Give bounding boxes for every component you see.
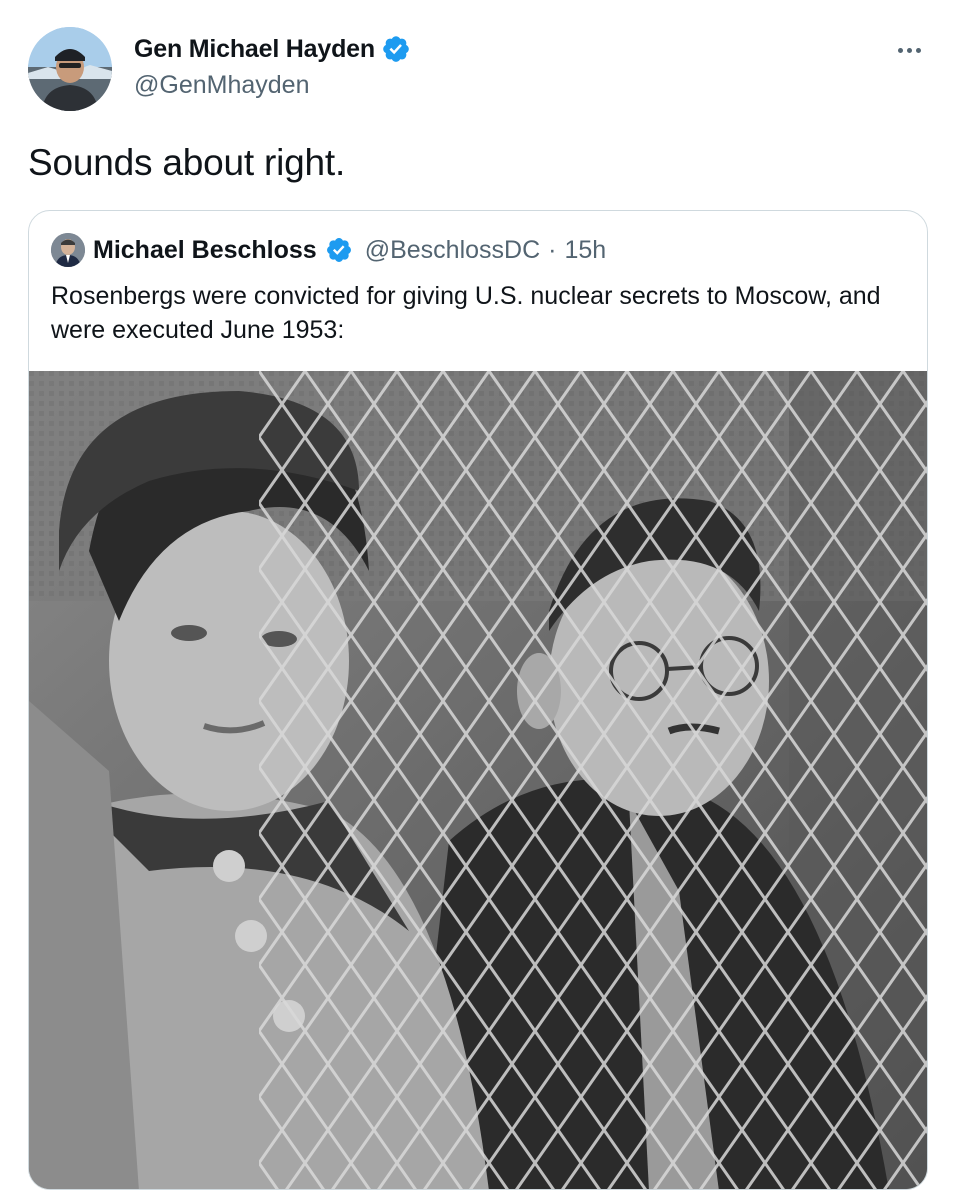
quoted-tweet-text: Rosenbergs were convicted for giving U.S… bbox=[51, 282, 881, 344]
author-avatar[interactable] bbox=[28, 27, 112, 111]
verified-badge-icon bbox=[381, 34, 411, 64]
more-options-dot bbox=[915, 47, 921, 53]
tweet-text: Sounds about right. bbox=[28, 142, 346, 183]
author-display-name[interactable]: Gen Michael Hayden bbox=[134, 35, 375, 64]
quoted-tweet[interactable]: Michael Beschloss @BeschlossDC · 15h Ros… bbox=[28, 210, 928, 1190]
quoted-separator: · bbox=[548, 235, 557, 264]
quoted-author-avatar bbox=[51, 233, 85, 267]
quoted-author-display-name: Michael Beschloss bbox=[93, 235, 317, 264]
quoted-tweet-header: Michael Beschloss @BeschlossDC · 15h bbox=[51, 233, 606, 267]
more-options-icon bbox=[897, 47, 903, 53]
quoted-verified-badge-icon bbox=[325, 236, 353, 264]
profile-photo-icon bbox=[28, 27, 112, 111]
more-options-button[interactable] bbox=[892, 38, 926, 62]
author-name-row: Gen Michael Hayden bbox=[134, 34, 411, 64]
black-and-white-photo-icon bbox=[29, 371, 927, 1189]
quoted-timestamp: 15h bbox=[564, 235, 607, 264]
author-handle[interactable]: @GenMhayden bbox=[134, 71, 309, 100]
quoted-author-handle: @BeschlossDC bbox=[364, 235, 541, 264]
tweet-card: Gen Michael Hayden @GenMhayden Sounds ab… bbox=[0, 0, 958, 1202]
quoted-profile-photo-icon bbox=[51, 233, 85, 267]
more-options-dot bbox=[906, 47, 912, 53]
quoted-tweet-photo[interactable] bbox=[29, 371, 927, 1189]
